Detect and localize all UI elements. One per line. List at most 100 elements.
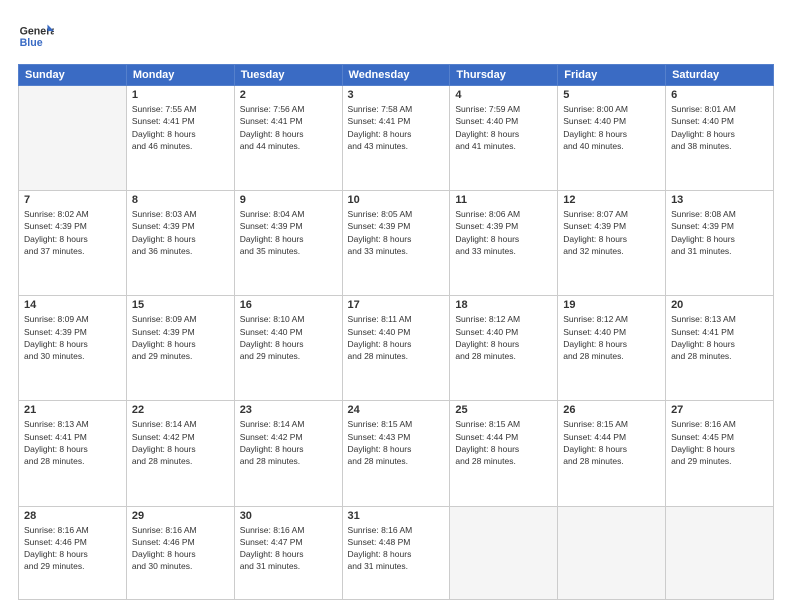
day-number: 10	[348, 194, 445, 206]
day-info: Sunrise: 8:12 AM Sunset: 4:40 PM Dayligh…	[455, 313, 552, 362]
calendar-cell: 12 Sunrise: 8:07 AM Sunset: 4:39 PM Dayli…	[558, 191, 666, 296]
day-info: Sunrise: 8:16 AM Sunset: 4:46 PM Dayligh…	[24, 524, 121, 573]
calendar-cell: 4 Sunrise: 7:59 AM Sunset: 4:40 PM Daylig…	[450, 86, 558, 191]
day-number: 23	[240, 404, 337, 416]
day-number: 14	[24, 299, 121, 311]
day-number: 8	[132, 194, 229, 206]
week-row-1: 1Sunrise: 7:55 AM Sunset: 4:41 PM Daylig…	[19, 86, 774, 191]
day-info: Sunrise: 8:14 AM Sunset: 4:42 PM Dayligh…	[132, 418, 229, 467]
calendar-cell: 16Sunrise: 8:10 AM Sunset: 4:40 PM Dayli…	[234, 296, 342, 401]
calendar-cell: 29 Sunrise: 8:16 AM Sunset: 4:46 PM Dayli…	[126, 506, 234, 600]
calendar-cell	[666, 506, 774, 600]
calendar-cell: 21 Sunrise: 8:13 AM Sunset: 4:41 PM Dayli…	[19, 401, 127, 506]
day-info: Sunrise: 8:15 AM Sunset: 4:44 PM Dayligh…	[455, 418, 552, 467]
day-info: Sunrise: 8:14 AM Sunset: 4:42 PM Dayligh…	[240, 418, 337, 467]
calendar-cell: 10 Sunrise: 8:05 AM Sunset: 4:39 PM Dayli…	[342, 191, 450, 296]
day-number: 18	[455, 299, 552, 311]
day-info: Sunrise: 8:11 AM Sunset: 4:40 PM Dayligh…	[348, 313, 445, 362]
calendar-cell: 24 Sunrise: 8:15 AM Sunset: 4:43 PM Dayli…	[342, 401, 450, 506]
week-row-5: 28 Sunrise: 8:16 AM Sunset: 4:46 PM Dayli…	[19, 506, 774, 600]
calendar-cell: 31 Sunrise: 8:16 AM Sunset: 4:48 PM Dayli…	[342, 506, 450, 600]
day-number: 31	[348, 510, 445, 522]
weekday-header-thursday: Thursday	[450, 65, 558, 86]
calendar-cell: 30 Sunrise: 8:16 AM Sunset: 4:47 PM Dayli…	[234, 506, 342, 600]
calendar-cell: 9 Sunrise: 8:04 AM Sunset: 4:39 PM Daylig…	[234, 191, 342, 296]
day-number: 5	[563, 89, 660, 101]
day-info: Sunrise: 8:05 AM Sunset: 4:39 PM Dayligh…	[348, 208, 445, 257]
weekday-header-tuesday: Tuesday	[234, 65, 342, 86]
day-number: 25	[455, 404, 552, 416]
day-info: Sunrise: 8:16 AM Sunset: 4:48 PM Dayligh…	[348, 524, 445, 573]
calendar-cell: 1Sunrise: 7:55 AM Sunset: 4:41 PM Daylig…	[126, 86, 234, 191]
calendar-cell: 7Sunrise: 8:02 AM Sunset: 4:39 PM Daylig…	[19, 191, 127, 296]
day-info: Sunrise: 8:13 AM Sunset: 4:41 PM Dayligh…	[671, 313, 768, 362]
day-number: 15	[132, 299, 229, 311]
day-info: Sunrise: 8:16 AM Sunset: 4:45 PM Dayligh…	[671, 418, 768, 467]
day-info: Sunrise: 8:04 AM Sunset: 4:39 PM Dayligh…	[240, 208, 337, 257]
calendar-cell: 6Sunrise: 8:01 AM Sunset: 4:40 PM Daylig…	[666, 86, 774, 191]
day-info: Sunrise: 7:59 AM Sunset: 4:40 PM Dayligh…	[455, 103, 552, 152]
day-number: 9	[240, 194, 337, 206]
calendar-cell: 26Sunrise: 8:15 AM Sunset: 4:44 PM Dayli…	[558, 401, 666, 506]
day-number: 28	[24, 510, 121, 522]
calendar-cell: 13 Sunrise: 8:08 AM Sunset: 4:39 PM Dayli…	[666, 191, 774, 296]
day-info: Sunrise: 8:15 AM Sunset: 4:43 PM Dayligh…	[348, 418, 445, 467]
calendar-cell: 19 Sunrise: 8:12 AM Sunset: 4:40 PM Dayli…	[558, 296, 666, 401]
calendar-cell: 2Sunrise: 7:56 AM Sunset: 4:41 PM Daylig…	[234, 86, 342, 191]
day-info: Sunrise: 8:08 AM Sunset: 4:39 PM Dayligh…	[671, 208, 768, 257]
calendar-cell	[19, 86, 127, 191]
weekday-header-friday: Friday	[558, 65, 666, 86]
day-number: 13	[671, 194, 768, 206]
day-number: 30	[240, 510, 337, 522]
calendar-cell: 20 Sunrise: 8:13 AM Sunset: 4:41 PM Dayli…	[666, 296, 774, 401]
day-info: Sunrise: 8:03 AM Sunset: 4:39 PM Dayligh…	[132, 208, 229, 257]
day-info: Sunrise: 8:01 AM Sunset: 4:40 PM Dayligh…	[671, 103, 768, 152]
week-row-2: 7Sunrise: 8:02 AM Sunset: 4:39 PM Daylig…	[19, 191, 774, 296]
day-number: 7	[24, 194, 121, 206]
calendar-cell: 25 Sunrise: 8:15 AM Sunset: 4:44 PM Dayli…	[450, 401, 558, 506]
day-number: 3	[348, 89, 445, 101]
calendar-cell: 11Sunrise: 8:06 AM Sunset: 4:39 PM Dayli…	[450, 191, 558, 296]
calendar-cell: 8 Sunrise: 8:03 AM Sunset: 4:39 PM Daylig…	[126, 191, 234, 296]
day-number: 20	[671, 299, 768, 311]
day-info: Sunrise: 8:07 AM Sunset: 4:39 PM Dayligh…	[563, 208, 660, 257]
week-row-3: 14 Sunrise: 8:09 AM Sunset: 4:39 PM Dayli…	[19, 296, 774, 401]
calendar-cell: 3 Sunrise: 7:58 AM Sunset: 4:41 PM Daylig…	[342, 86, 450, 191]
logo-icon: General Blue	[18, 18, 54, 54]
calendar-cell	[450, 506, 558, 600]
weekday-header-saturday: Saturday	[666, 65, 774, 86]
day-number: 27	[671, 404, 768, 416]
svg-text:Blue: Blue	[20, 37, 43, 49]
day-number: 2	[240, 89, 337, 101]
day-number: 12	[563, 194, 660, 206]
page-header: General Blue	[18, 18, 774, 54]
day-number: 11	[455, 194, 552, 206]
calendar-cell: 14 Sunrise: 8:09 AM Sunset: 4:39 PM Dayli…	[19, 296, 127, 401]
day-number: 22	[132, 404, 229, 416]
day-info: Sunrise: 8:00 AM Sunset: 4:40 PM Dayligh…	[563, 103, 660, 152]
calendar-table: SundayMondayTuesdayWednesdayThursdayFrid…	[18, 64, 774, 600]
calendar-cell	[558, 506, 666, 600]
day-number: 19	[563, 299, 660, 311]
day-info: Sunrise: 8:16 AM Sunset: 4:47 PM Dayligh…	[240, 524, 337, 573]
day-info: Sunrise: 8:16 AM Sunset: 4:46 PM Dayligh…	[132, 524, 229, 573]
day-info: Sunrise: 8:13 AM Sunset: 4:41 PM Dayligh…	[24, 418, 121, 467]
day-info: Sunrise: 8:09 AM Sunset: 4:39 PM Dayligh…	[24, 313, 121, 362]
day-number: 21	[24, 404, 121, 416]
weekday-header-monday: Monday	[126, 65, 234, 86]
day-info: Sunrise: 7:58 AM Sunset: 4:41 PM Dayligh…	[348, 103, 445, 152]
weekday-header-wednesday: Wednesday	[342, 65, 450, 86]
week-row-4: 21 Sunrise: 8:13 AM Sunset: 4:41 PM Dayli…	[19, 401, 774, 506]
weekday-header-sunday: Sunday	[19, 65, 127, 86]
day-info: Sunrise: 8:12 AM Sunset: 4:40 PM Dayligh…	[563, 313, 660, 362]
calendar-cell: 18 Sunrise: 8:12 AM Sunset: 4:40 PM Dayli…	[450, 296, 558, 401]
day-info: Sunrise: 7:55 AM Sunset: 4:41 PM Dayligh…	[132, 103, 229, 152]
calendar-cell: 28 Sunrise: 8:16 AM Sunset: 4:46 PM Dayli…	[19, 506, 127, 600]
day-info: Sunrise: 8:09 AM Sunset: 4:39 PM Dayligh…	[132, 313, 229, 362]
day-number: 4	[455, 89, 552, 101]
day-number: 17	[348, 299, 445, 311]
day-number: 16	[240, 299, 337, 311]
calendar-cell: 5 Sunrise: 8:00 AM Sunset: 4:40 PM Daylig…	[558, 86, 666, 191]
day-number: 24	[348, 404, 445, 416]
day-number: 29	[132, 510, 229, 522]
